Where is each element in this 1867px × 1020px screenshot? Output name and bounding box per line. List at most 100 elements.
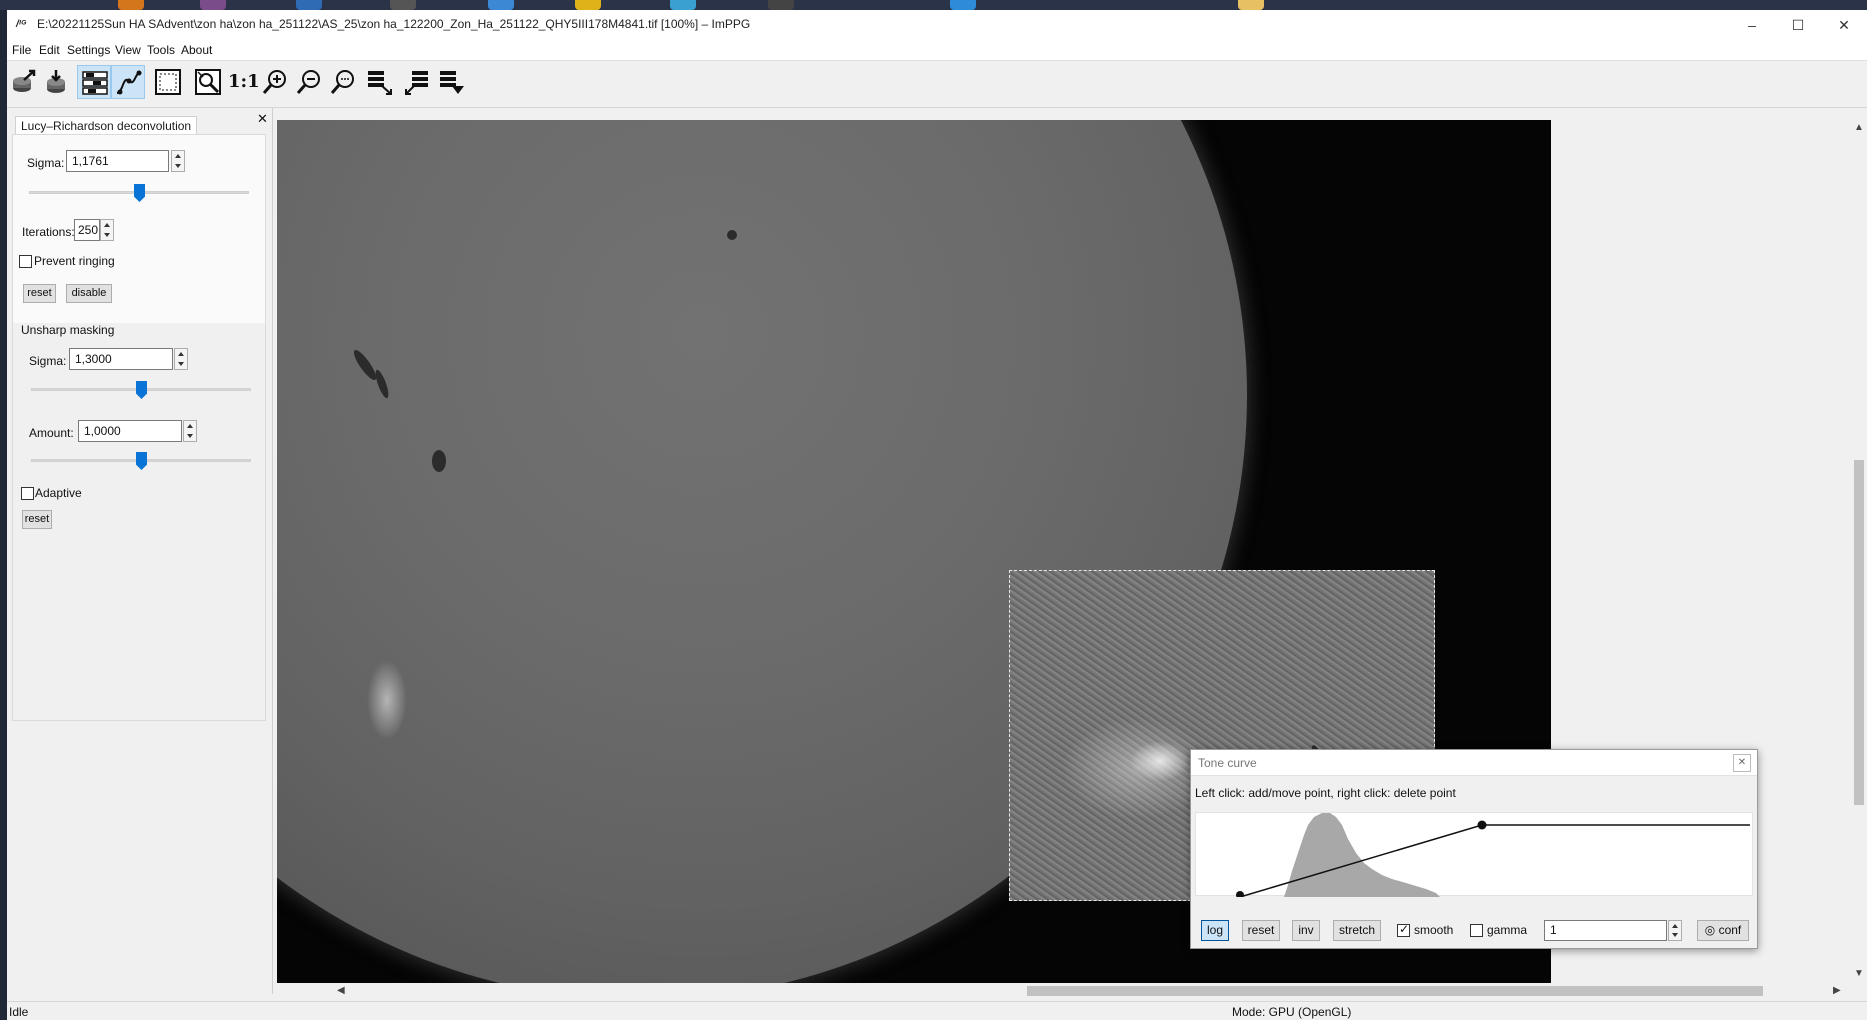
zoom-out-icon — [296, 70, 320, 94]
tone-curve-title: Tone curve — [1198, 756, 1257, 770]
um-sigma-spinner[interactable] — [174, 348, 188, 370]
menu-settings[interactable]: Settings — [67, 43, 110, 57]
status-text: Idle — [9, 1005, 29, 1019]
lucy-richardson-tab[interactable]: Lucy–Richardson deconvolution — [15, 116, 198, 135]
desktop-icon — [670, 0, 696, 10]
alignment-button[interactable] — [401, 65, 435, 99]
dark-filament — [373, 368, 391, 400]
window-title: E:\20221125Sun HA SAdvent\zon ha\zon ha_… — [37, 17, 751, 31]
desktop-taskbar-strip — [0, 0, 1867, 10]
um-amount-slider-thumb[interactable] — [136, 452, 147, 470]
select-and-fit-button[interactable] — [191, 65, 225, 99]
vertical-scrollbar[interactable]: ▲ ▼ — [1851, 120, 1867, 983]
zoom-actual-size-button[interactable]: 1:1 — [225, 65, 260, 99]
scroll-down-icon[interactable]: ▼ — [1854, 968, 1864, 979]
scroll-left-icon[interactable]: ◀ — [337, 985, 345, 996]
menu-view[interactable]: View — [115, 43, 141, 57]
desktop-icon — [390, 0, 416, 10]
save-image-icon — [47, 70, 65, 93]
minimize-button[interactable]: – — [1729, 10, 1775, 40]
desktop-icon — [575, 0, 601, 10]
bright-plage — [367, 660, 407, 740]
log-toggle-button[interactable]: log — [1201, 920, 1229, 941]
horizontal-scroll-thumb[interactable] — [1027, 986, 1763, 996]
tone-reset-button[interactable]: reset — [1242, 920, 1280, 941]
tone-curve-instructions: Left click: add/move point, right click:… — [1195, 786, 1456, 800]
gamma-input[interactable]: 1 — [1544, 920, 1667, 941]
curve-point[interactable] — [1477, 820, 1487, 830]
processing-panel-toggle[interactable] — [77, 65, 111, 99]
um-amount-input[interactable]: 1,0000 — [78, 420, 182, 442]
stretch-button[interactable]: stretch — [1333, 920, 1381, 941]
um-reset-button[interactable]: reset — [22, 510, 52, 529]
tone-curve-editor[interactable] — [1195, 812, 1753, 897]
open-image-button[interactable] — [7, 65, 41, 99]
maximize-button[interactable]: ☐ — [1775, 10, 1821, 40]
desktop-icon — [118, 0, 144, 10]
tone-curve-icon — [116, 70, 142, 95]
scroll-right-icon[interactable]: ▶ — [1833, 985, 1841, 996]
lr-sigma-spinner[interactable] — [171, 150, 185, 172]
lr-sigma-label: Sigma: — [27, 156, 65, 170]
menu-about[interactable]: About — [181, 43, 212, 57]
unsharp-masking-group: Unsharp masking Sigma: 1,3000 Amount: 1,… — [12, 323, 266, 721]
unsharp-masking-title: Unsharp masking — [21, 323, 115, 337]
menu-edit[interactable]: Edit — [39, 43, 60, 57]
lr-iterations-input[interactable]: 250 — [74, 219, 100, 241]
prevent-ringing-checkbox[interactable] — [19, 255, 32, 268]
um-amount-label: Amount: — [29, 426, 74, 440]
lr-sigma-slider-thumb[interactable] — [134, 184, 145, 202]
zoom-in-icon — [262, 70, 286, 94]
tone-curve-toggle[interactable] — [111, 65, 145, 99]
um-sigma-label: Sigma: — [29, 354, 67, 368]
save-image-button[interactable] — [39, 65, 73, 99]
invert-button[interactable]: inv — [1292, 920, 1320, 941]
zoom-actual-size-icon: 1:1 — [228, 71, 260, 92]
gamma-spinner[interactable] — [1668, 920, 1682, 941]
um-sigma-input[interactable]: 1,3000 — [69, 348, 173, 370]
lucy-richardson-group: Sigma: 1,1761 Iterations: 250 Prevent ri… — [12, 134, 266, 328]
batch-processing-button[interactable] — [363, 65, 397, 99]
lr-reset-button[interactable]: reset — [23, 284, 56, 303]
select-all-button[interactable] — [151, 65, 185, 99]
fit-in-window-icon — [330, 70, 354, 94]
desktop-icon — [488, 0, 514, 10]
tone-config-button[interactable]: ◎ conf — [1697, 920, 1749, 941]
tone-curve-titlebar[interactable]: Tone curve ✕ — [1191, 750, 1757, 776]
zoom-in-button[interactable] — [259, 65, 293, 99]
checkmark-icon: ✓ — [1399, 922, 1410, 936]
horizontal-scrollbar[interactable]: ◀ ▶ — [329, 983, 1851, 999]
scroll-up-icon[interactable]: ▲ — [1854, 122, 1864, 133]
settings-icon: ◎ — [1704, 923, 1716, 937]
zoom-out-button[interactable] — [293, 65, 327, 99]
lr-sigma-input[interactable]: 1,1761 — [66, 150, 169, 172]
desktop-icon — [296, 0, 322, 10]
menu-file[interactable]: File — [12, 43, 31, 57]
vertical-scroll-thumb[interactable] — [1854, 460, 1864, 805]
um-sigma-slider-thumb[interactable] — [136, 381, 147, 399]
tone-config-label: conf — [1718, 923, 1742, 937]
processing-panel-icon — [82, 71, 108, 95]
close-button[interactable]: ✕ — [1821, 10, 1867, 40]
lr-iterations-spinner[interactable] — [100, 219, 114, 241]
curve-point[interactable] — [1236, 891, 1244, 897]
tone-curve-plot — [1236, 813, 1750, 897]
adaptive-checkbox[interactable] — [21, 487, 34, 500]
lr-disable-button[interactable]: disable — [66, 284, 112, 303]
fit-in-window-button[interactable] — [327, 65, 361, 99]
um-amount-spinner[interactable] — [183, 420, 197, 442]
gamma-checkbox[interactable] — [1470, 924, 1483, 937]
app-icon-glyph: /ᴵᴳ — [16, 19, 27, 30]
menu-tools[interactable]: Tools — [147, 43, 175, 57]
select-all-icon — [155, 69, 181, 95]
histogram — [1284, 813, 1440, 897]
render-mode-status: Mode: GPU (OpenGL) — [1232, 1005, 1352, 1019]
more-tools-button[interactable] — [435, 65, 469, 99]
bright-plage — [1130, 741, 1190, 781]
menu-bar: File Edit Settings View Tools About — [7, 40, 1867, 61]
tone-curve-close-icon[interactable]: ✕ — [1733, 754, 1751, 772]
panel-close-icon[interactable]: ✕ — [257, 111, 268, 127]
smooth-checkbox[interactable]: ✓ — [1397, 922, 1410, 937]
batch-processing-icon — [368, 71, 392, 95]
dark-filament — [727, 230, 737, 240]
